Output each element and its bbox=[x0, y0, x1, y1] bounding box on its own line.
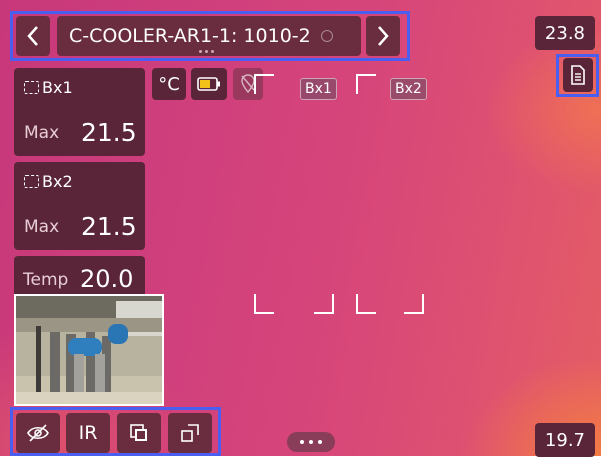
box1-overlay-label[interactable]: Bx1 bbox=[300, 78, 337, 100]
measurement-value: 21.5 bbox=[81, 212, 137, 241]
box2-corner-top-left bbox=[356, 74, 376, 94]
box1-corner-bottom-right bbox=[314, 294, 334, 314]
battery-icon bbox=[197, 77, 220, 91]
box2-corner-bottom-right bbox=[404, 294, 424, 314]
camera-photo bbox=[16, 296, 162, 404]
notes-highlight bbox=[556, 54, 599, 97]
measurement-value: 21.5 bbox=[81, 118, 137, 147]
toolbar-highlight bbox=[10, 407, 221, 456]
visual-camera-thumbnail[interactable] bbox=[14, 294, 164, 406]
box2-corner-bottom-left bbox=[356, 294, 376, 314]
measurement-label: Bx1 bbox=[42, 78, 73, 97]
spot-temperature-label: Temp bbox=[23, 270, 69, 290]
box-tool-icon bbox=[24, 81, 39, 94]
box1-corner-bottom-left bbox=[254, 294, 274, 314]
scale-min-value: 19.7 bbox=[544, 429, 585, 451]
scale-max[interactable]: 23.8 bbox=[534, 16, 595, 50]
spot-temperature-box[interactable]: Temp 20.0 bbox=[14, 256, 145, 298]
box-tool-icon bbox=[24, 175, 39, 188]
measurement-box-1[interactable]: Bx1 Max 21.5 bbox=[14, 68, 145, 156]
box1-corner-top-left bbox=[254, 74, 274, 94]
spot-temperature-value: 20.0 bbox=[80, 265, 134, 293]
unit-indicator: °C bbox=[152, 68, 186, 100]
more-options-button[interactable] bbox=[287, 432, 335, 452]
scale-max-value: 23.8 bbox=[544, 22, 585, 44]
unit-label: °C bbox=[158, 73, 180, 95]
header-highlight bbox=[10, 11, 410, 61]
measurement-label: Bx2 bbox=[42, 172, 73, 191]
location-off-icon bbox=[241, 74, 255, 94]
battery-indicator bbox=[191, 68, 227, 100]
scale-min[interactable]: 19.7 bbox=[534, 423, 595, 457]
measurement-stat-label: Max bbox=[24, 123, 60, 143]
measurement-stat-label: Max bbox=[24, 217, 60, 237]
measurement-box-2[interactable]: Bx2 Max 21.5 bbox=[14, 162, 145, 250]
box2-overlay-label[interactable]: Bx2 bbox=[390, 78, 427, 100]
